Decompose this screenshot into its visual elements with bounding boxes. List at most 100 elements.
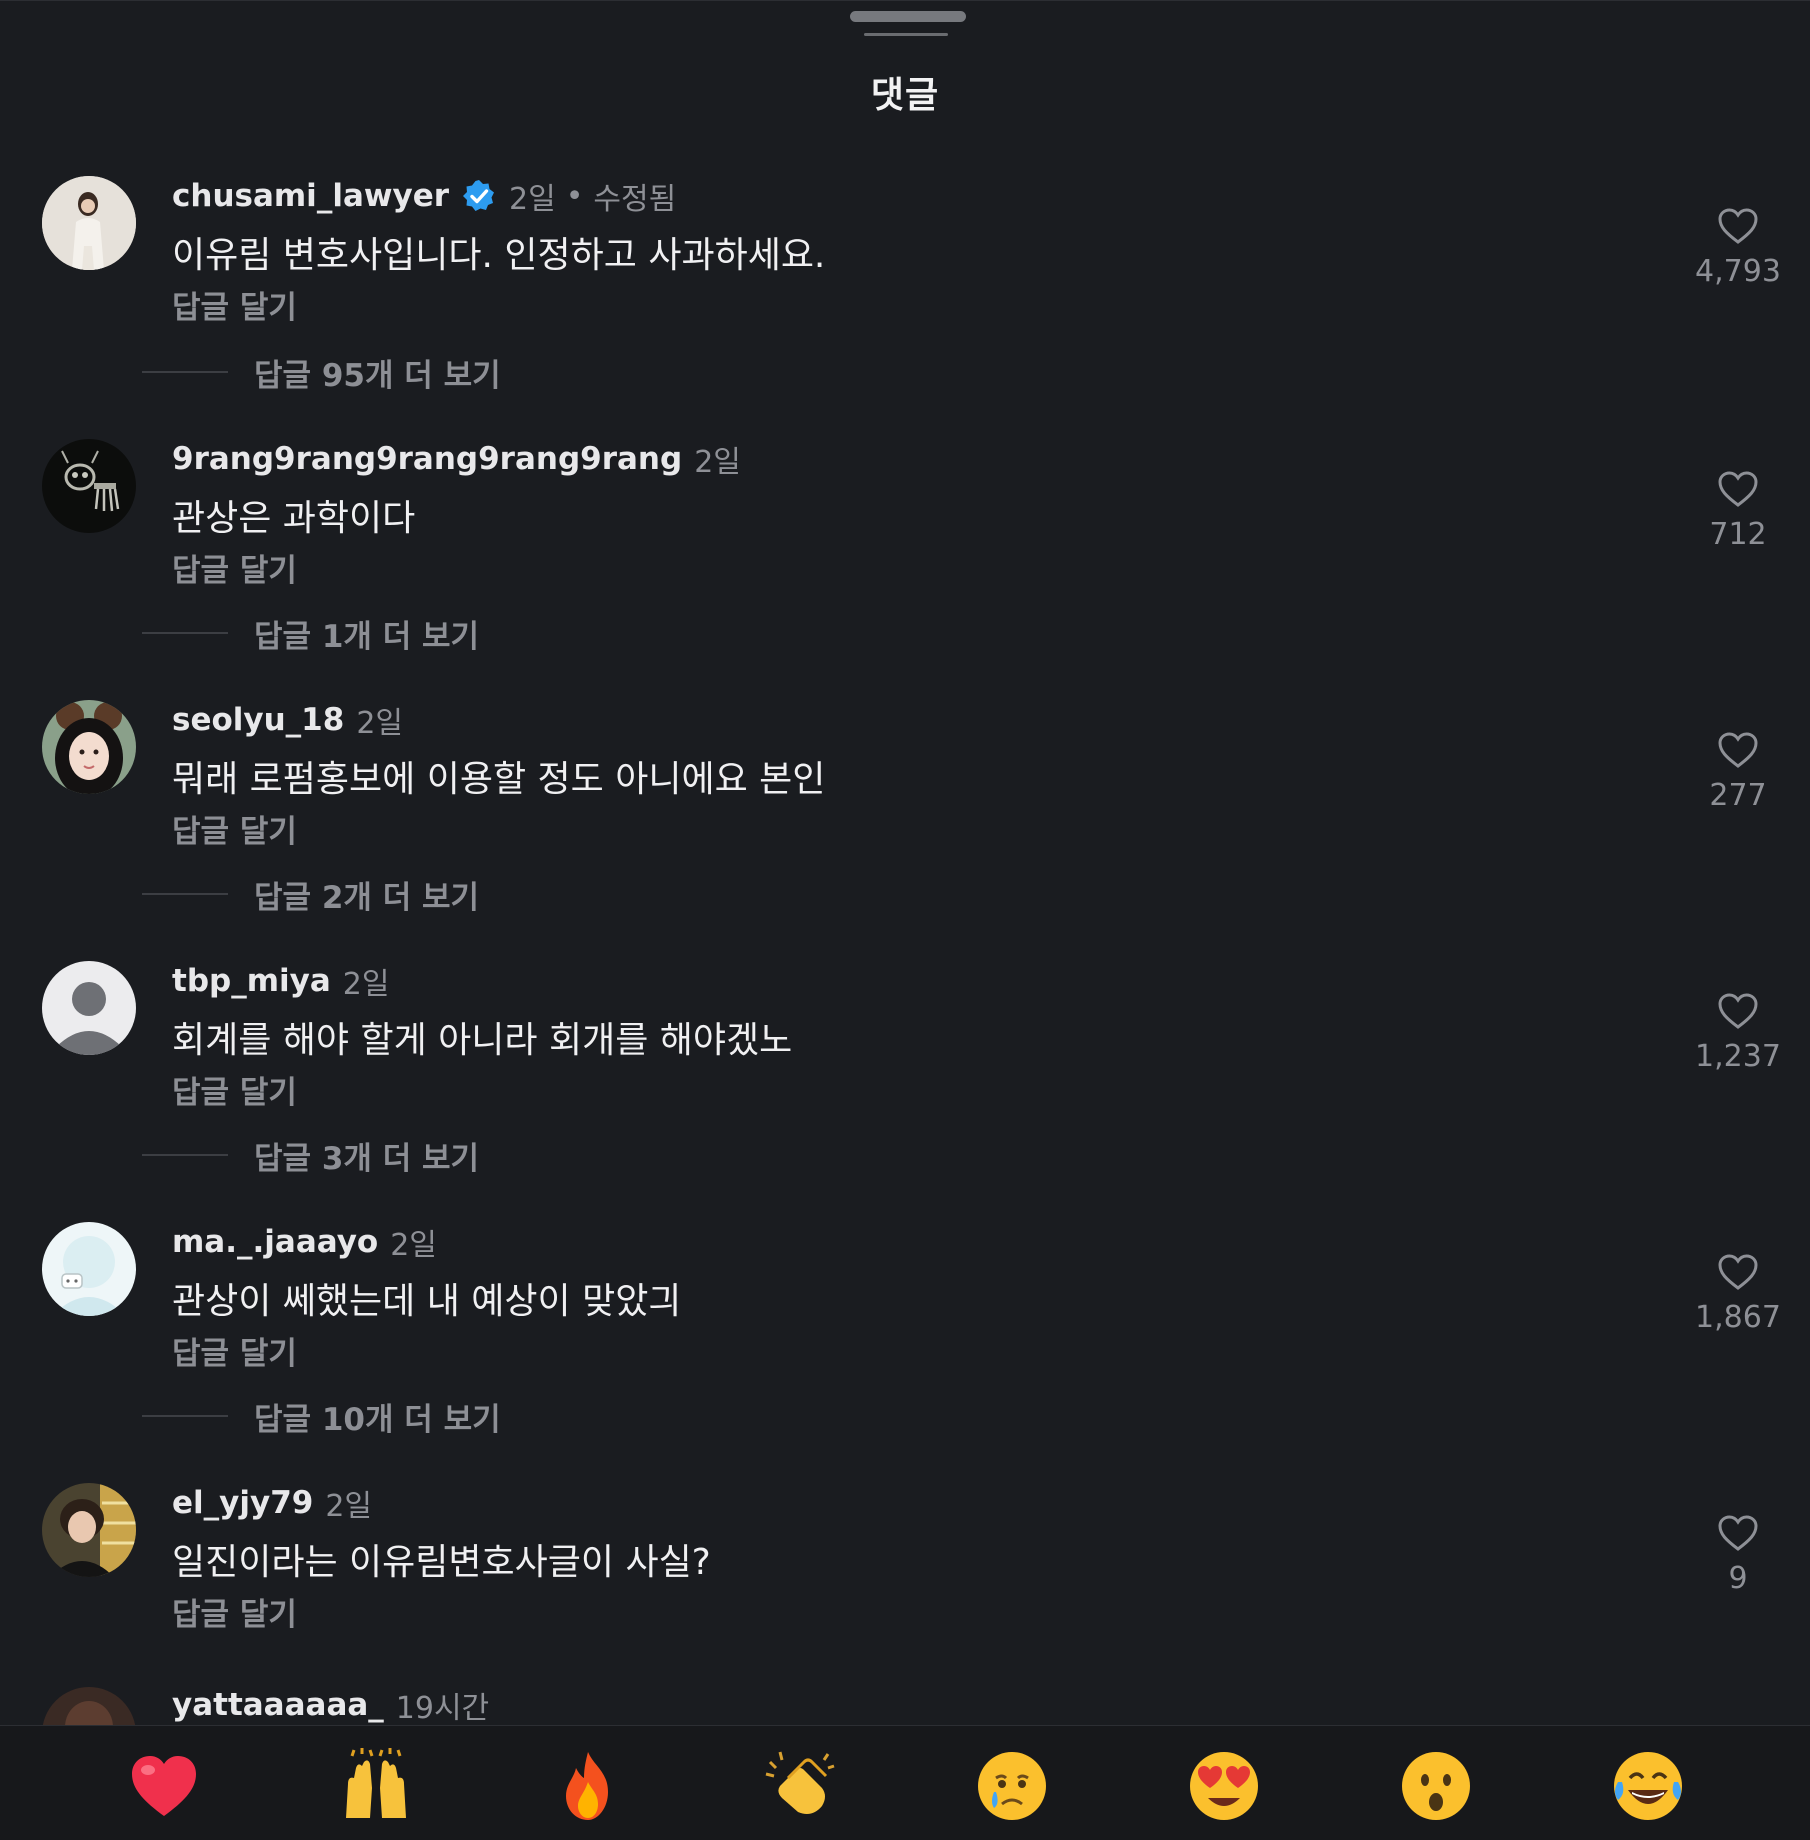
heart-outline-icon <box>1718 732 1758 768</box>
view-more-replies-label: 답글 1개 더 보기 <box>254 618 480 655</box>
sheet-title: 댓글 <box>870 75 940 116</box>
comment-text: 이유림 변호사입니다. 인정하고 사과하세요. <box>172 235 826 276</box>
avatar-image <box>42 1222 136 1316</box>
replies-divider-line <box>142 1415 228 1417</box>
comment-item: tbp_miya 2일 회계를 해야 할게 아니라 회개를 해야겠노 답글 달기… <box>0 961 1810 1161</box>
heart-outline-icon <box>1718 471 1758 507</box>
raising-hands-emoji[interactable] <box>338 1748 414 1824</box>
replies-divider-line <box>142 632 228 634</box>
comment-username[interactable]: ma._.jaaayo <box>172 1224 378 1260</box>
view-more-replies-button[interactable]: 답글 2개 더 보기 <box>142 874 842 916</box>
reply-button[interactable]: 답글 달기 <box>172 1589 297 1634</box>
comment-time: 2일 <box>509 182 556 217</box>
avatar-image <box>42 700 136 794</box>
like-count: 1,867 <box>1695 1300 1781 1335</box>
view-more-replies-button[interactable]: 답글 1개 더 보기 <box>142 613 842 655</box>
like-button[interactable]: 277 <box>1688 730 1788 813</box>
view-more-replies-button[interactable]: 답글 3개 더 보기 <box>142 1135 842 1177</box>
comments-sheet: 댓글 chusami_lawyer 2일 • 수정됨 이유림 변호사입니다. 인… <box>0 0 1810 1840</box>
drag-handle-underline <box>864 33 948 36</box>
reply-button[interactable]: 답글 달기 <box>172 282 297 327</box>
avatar-image <box>42 1483 136 1577</box>
avatar-image <box>42 1687 136 1725</box>
comment-text: 일진이라는 이유림변호사글이 사실? <box>172 1542 711 1583</box>
view-more-replies-label: 답글 95개 더 보기 <box>254 357 501 394</box>
comment-text: 회계를 해야 할게 아니라 회개를 해야겠노 <box>172 1020 793 1061</box>
comment-meta: ma._.jaaayo 2일 <box>172 1222 437 1263</box>
avatar[interactable] <box>42 1483 136 1577</box>
drag-handle[interactable] <box>850 11 966 22</box>
comment-username[interactable]: 9rang9rang9rang9rang9rang <box>172 441 682 477</box>
comment-text: 뭐래 로펌홍보에 이용할 정도 아니에요 본인 <box>172 759 826 800</box>
reply-button[interactable]: 답글 달기 <box>172 1067 297 1112</box>
avatar-image <box>42 176 136 270</box>
comment-time: 19시간 <box>395 1691 490 1725</box>
emoji-reaction-bar <box>0 1725 1810 1840</box>
like-count: 712 <box>1709 517 1767 552</box>
comment-item: yattaaaaaa_ 19시간 <box>0 1685 1810 1725</box>
replies-divider-line <box>142 893 228 895</box>
like-button[interactable]: 712 <box>1688 469 1788 552</box>
replies-divider-line <box>142 371 228 373</box>
replies-divider-line <box>142 1154 228 1156</box>
surprised-face-emoji[interactable] <box>1398 1748 1474 1824</box>
like-button[interactable]: 4,793 <box>1688 206 1788 289</box>
avatar[interactable] <box>42 961 136 1055</box>
comment-username[interactable]: yattaaaaaa_ <box>172 1687 384 1723</box>
comment-time: 2일 <box>342 967 390 1002</box>
view-more-replies-button[interactable]: 답글 95개 더 보기 <box>142 352 842 394</box>
red-heart-emoji[interactable] <box>126 1748 202 1824</box>
comment-username[interactable]: el_yjy79 <box>172 1485 313 1521</box>
heart-outline-icon <box>1718 1515 1758 1551</box>
edited-label: 수정됨 <box>593 182 677 217</box>
heart-eyes-emoji[interactable] <box>1186 1748 1262 1824</box>
crying-face-emoji[interactable] <box>974 1748 1050 1824</box>
reply-button[interactable]: 답글 달기 <box>172 545 297 590</box>
view-more-replies-label: 답글 3개 더 보기 <box>254 1140 480 1177</box>
clapping-hands-emoji[interactable] <box>762 1748 838 1824</box>
avatar[interactable] <box>42 176 136 270</box>
comment-meta: seolyu_18 2일 <box>172 700 404 741</box>
sheet-top-border <box>0 0 1810 1</box>
heart-outline-icon <box>1718 1254 1758 1290</box>
avatar[interactable] <box>42 1222 136 1316</box>
verified-badge-icon <box>461 178 497 214</box>
heart-outline-icon <box>1718 208 1758 244</box>
reply-button[interactable]: 답글 달기 <box>172 806 297 851</box>
like-count: 277 <box>1709 778 1767 813</box>
default-avatar-icon <box>42 961 136 1055</box>
comment-username[interactable]: chusami_lawyer <box>172 178 449 214</box>
avatar[interactable] <box>42 1687 136 1725</box>
comment-text: 관상은 과학이다 <box>172 498 416 539</box>
like-count: 4,793 <box>1695 254 1781 289</box>
like-count: 1,237 <box>1695 1039 1781 1074</box>
heart-outline-icon <box>1718 993 1758 1029</box>
comment-time: 2일 <box>390 1228 437 1263</box>
comment-time: 2일 <box>694 445 741 480</box>
like-button[interactable]: 9 <box>1688 1513 1788 1596</box>
comment-item: el_yjy79 2일 일진이라는 이유림변호사글이 사실? 답글 달기 9 <box>0 1483 1810 1683</box>
comment-meta: yattaaaaaa_ 19시간 <box>172 1685 489 1725</box>
comment-time: 2일 <box>325 1489 373 1524</box>
comment-meta: tbp_miya 2일 <box>172 961 390 1002</box>
comment-meta: chusami_lawyer 2일 • 수정됨 <box>172 176 677 217</box>
avatar[interactable] <box>42 700 136 794</box>
like-button[interactable]: 1,237 <box>1688 991 1788 1074</box>
comment-meta: el_yjy79 2일 <box>172 1483 373 1524</box>
comment-item: seolyu_18 2일 뭐래 로펌홍보에 이용할 정도 아니에요 본인 답글 … <box>0 700 1810 900</box>
comment-username[interactable]: seolyu_18 <box>172 702 344 738</box>
view-more-replies-label: 답글 2개 더 보기 <box>254 879 480 916</box>
view-more-replies-label: 답글 10개 더 보기 <box>254 1401 501 1438</box>
comment-username[interactable]: tbp_miya <box>172 963 331 999</box>
like-count: 9 <box>1728 1561 1748 1596</box>
comment-text: 관상이 쎄했는데 내 예상이 맞았긔 <box>172 1281 682 1322</box>
view-more-replies-button[interactable]: 답글 10개 더 보기 <box>142 1396 842 1438</box>
like-button[interactable]: 1,867 <box>1688 1252 1788 1335</box>
comment-time: 2일 <box>356 706 404 741</box>
avatar[interactable] <box>42 439 136 533</box>
tears-of-joy-emoji[interactable] <box>1610 1748 1686 1824</box>
meta-separator: • <box>565 178 584 214</box>
fire-emoji[interactable] <box>550 1748 626 1824</box>
reply-button[interactable]: 답글 달기 <box>172 1328 297 1373</box>
comment-item: chusami_lawyer 2일 • 수정됨 이유림 변호사입니다. 인정하고… <box>0 176 1810 376</box>
